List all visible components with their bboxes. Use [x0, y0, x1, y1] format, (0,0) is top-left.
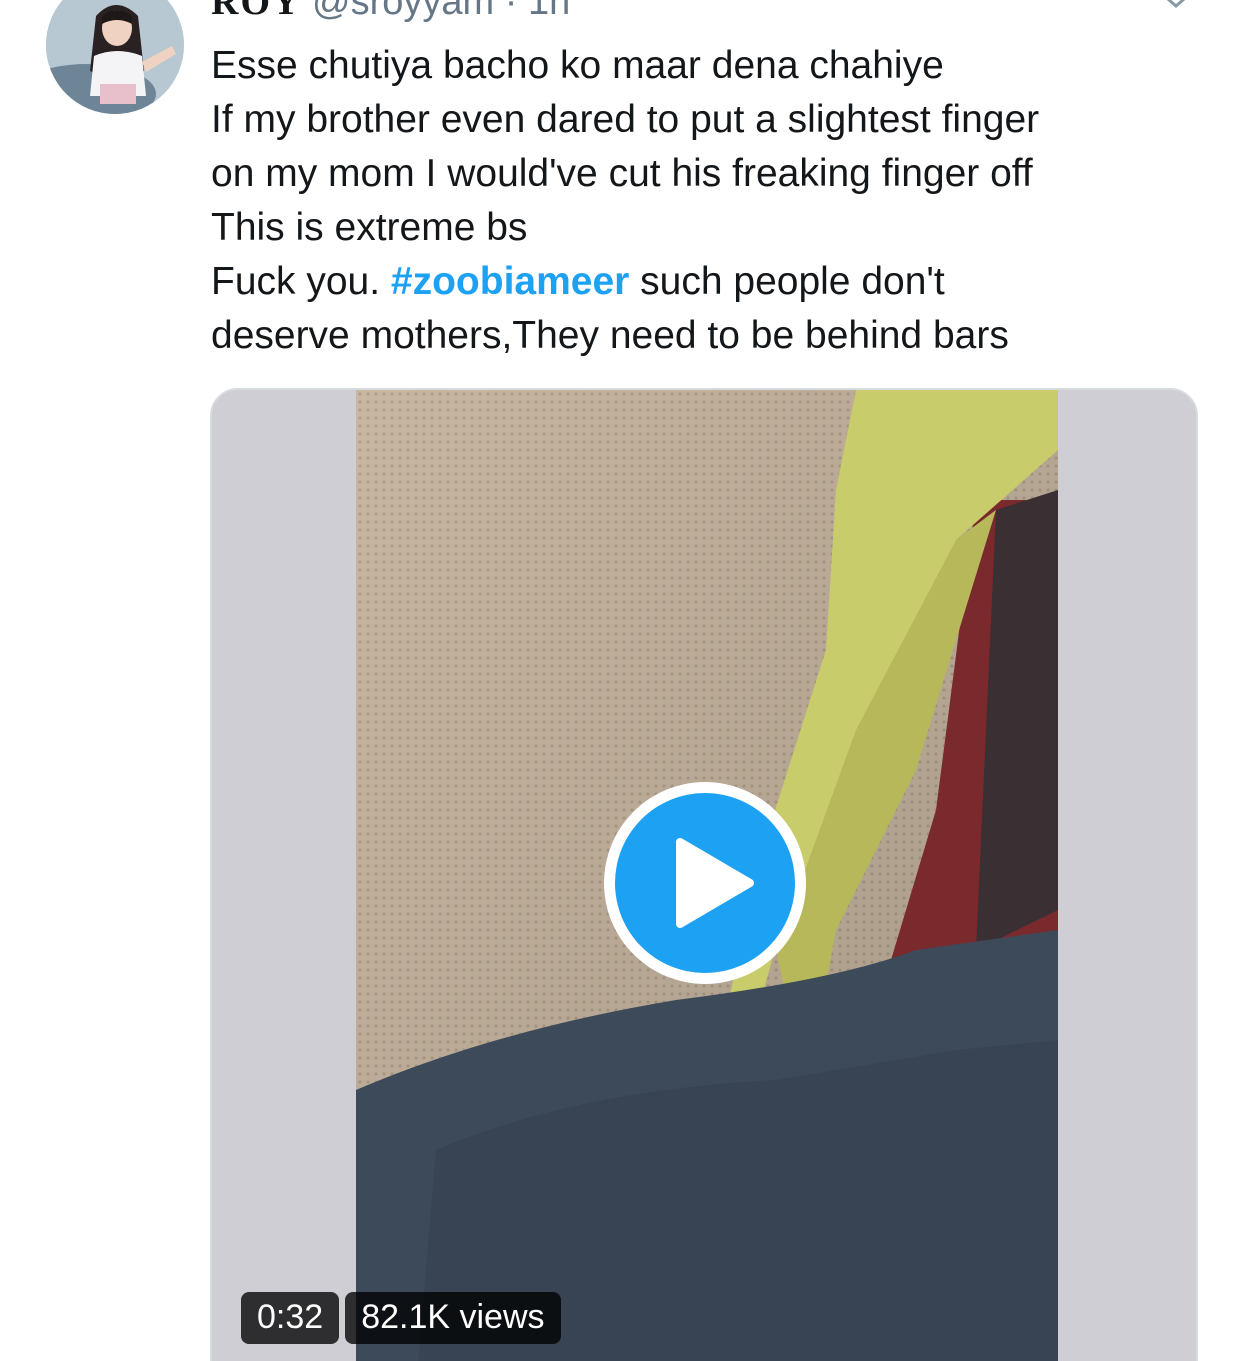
tweet-line-suffix: such people don't — [629, 260, 945, 303]
hashtag-link[interactable]: #zoobiameer — [391, 260, 629, 303]
tweet-line: deserve mothers,They need to be behind b… — [211, 314, 1009, 357]
play-button[interactable] — [604, 782, 806, 984]
author-name[interactable]: ROY — [211, 0, 301, 23]
avatar-image — [46, 0, 184, 114]
tweet-text: Esse chutiya bacho ko maar dena chahiye … — [211, 39, 1211, 363]
meta-separator: · — [504, 0, 518, 23]
tweet-line: on my mom I would've cut his freaking fi… — [211, 152, 1033, 195]
tweet-line: Fuck you. #zoobiameer such people don't — [211, 255, 1211, 309]
author-handle[interactable]: @sroyyam — [312, 0, 494, 23]
video-duration: 0:32 — [241, 1292, 340, 1344]
tweet-header: ROY @sroyyam · 1h — [211, 0, 570, 22]
tweet-line: This is extreme bs — [211, 206, 528, 249]
avatar[interactable] — [46, 0, 184, 114]
tweet-time[interactable]: 1h — [528, 0, 570, 23]
chevron-down-icon[interactable] — [1156, 0, 1196, 20]
tweet-card: ROY @sroyyam · 1h Esse chutiya bacho ko … — [0, 0, 1242, 1361]
video-player[interactable]: 0:32 82.1K views — [210, 388, 1198, 1361]
tweet-line: Esse chutiya bacho ko maar dena chahiye — [211, 44, 944, 87]
play-icon — [676, 838, 754, 928]
tweet-line: If my brother even dared to put a slight… — [211, 98, 1040, 141]
video-info: 0:32 82.1K views — [241, 1292, 561, 1344]
video-views: 82.1K views — [345, 1292, 561, 1344]
tweet-line-prefix: Fuck you. — [211, 260, 391, 303]
